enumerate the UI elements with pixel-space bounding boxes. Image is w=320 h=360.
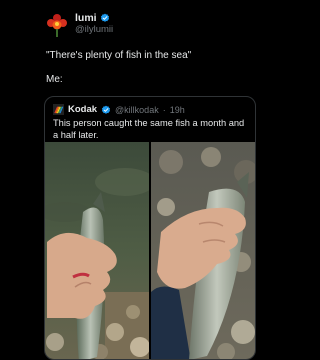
author-name-row: lumi	[75, 12, 113, 24]
quoted-tweet-text: This person caught the same fish a month…	[53, 118, 245, 140]
quoted-handle[interactable]: @killkodak	[115, 105, 159, 115]
quoted-tweet-header: Kodak @killkodak · 19h	[53, 104, 185, 115]
photo-fish-second-catch[interactable]	[151, 142, 255, 359]
quoted-separator: ·	[162, 104, 166, 115]
fish-photo-image	[151, 142, 255, 359]
quoted-media	[45, 142, 255, 359]
tweet: lumi @ilylumii "There's plenty of fish i…	[0, 0, 300, 360]
quoted-timestamp[interactable]: 19h	[170, 105, 185, 115]
author-handle[interactable]: @ilylumii	[75, 24, 113, 36]
author-names: lumi @ilylumii	[75, 12, 113, 36]
verified-badge-icon	[100, 13, 109, 22]
rainbow-avatar-icon[interactable]	[53, 104, 64, 115]
quoted-tweet[interactable]: Kodak @killkodak · 19h This person caugh…	[44, 96, 256, 360]
flower-avatar-icon	[47, 14, 67, 37]
fish-photo-image	[45, 142, 149, 359]
author-avatar[interactable]	[46, 12, 68, 38]
photo-fish-first-catch[interactable]	[45, 142, 149, 359]
quoted-display-name[interactable]: Kodak	[68, 104, 97, 115]
tweet-author[interactable]: lumi @ilylumii	[46, 12, 113, 38]
tweet-text-line-1: "There's plenty of fish in the sea"	[46, 50, 192, 61]
author-display-name[interactable]: lumi	[75, 12, 97, 24]
verified-badge-icon	[101, 105, 111, 114]
tweet-text-line-2: Me:	[46, 74, 63, 85]
